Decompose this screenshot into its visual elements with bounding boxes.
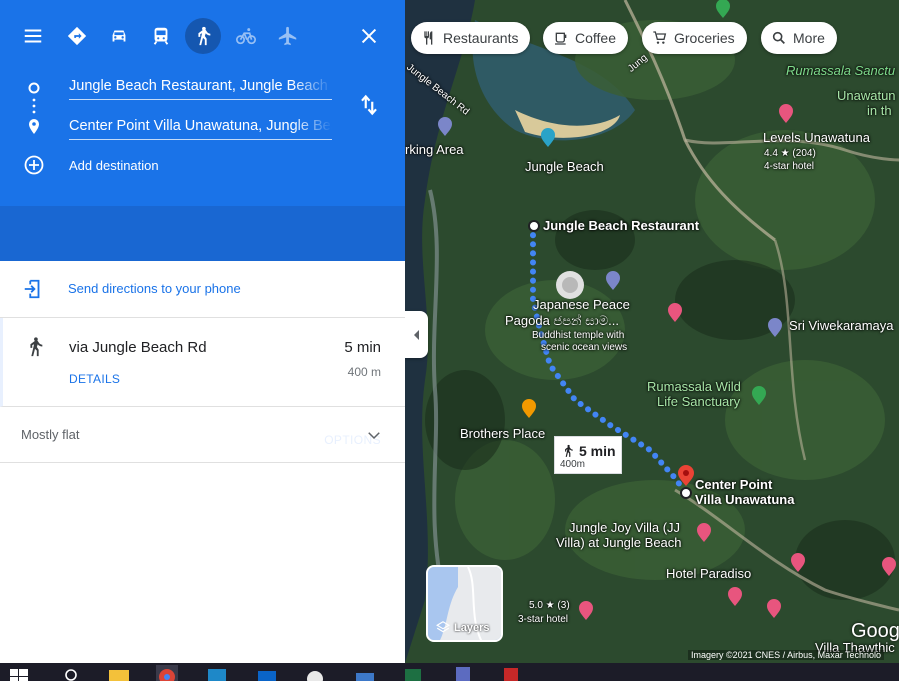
label-levels-type: 4-star hotel: [764, 161, 815, 172]
google-logo: Goog: [851, 620, 899, 642]
chip-coffee[interactable]: Coffee: [543, 22, 628, 54]
send-to-phone-icon: [24, 279, 40, 299]
elevation-label: Mostly flat: [21, 427, 80, 442]
label-levels-rating: 4.4 ★ (204): [764, 148, 816, 159]
travel-mode-row: [0, 18, 405, 58]
label-wild-1[interactable]: Rumassala Wild: [647, 379, 741, 394]
destination-input[interactable]: Center Point Villa Unawatuna, Jungle Bea…: [69, 116, 332, 140]
file-explorer-icon[interactable]: [108, 665, 130, 681]
search-icon[interactable]: [60, 665, 82, 681]
label-center-1[interactable]: Center Point: [695, 477, 772, 492]
label-brothers-place[interactable]: Brothers Place: [460, 426, 545, 441]
chip-groceries[interactable]: Groceries: [642, 22, 747, 54]
chip-coffee-label: Coffee: [575, 30, 616, 46]
label-3-star: 3-star hotel: [518, 614, 569, 625]
label-sri-viwekaramaya[interactable]: Sri Viwekaramaya: [789, 318, 894, 333]
directions-panel: Jungle Beach Restaurant, Jungle Beach Ce…: [0, 0, 405, 663]
flight-icon[interactable]: [270, 18, 306, 54]
mail-icon[interactable]: [354, 665, 376, 681]
label-parking[interactable]: rking Area: [405, 142, 464, 157]
map-view[interactable]: Restaurants Coffee Groceries More Rumass…: [405, 0, 899, 663]
route-distance: 400 m: [347, 365, 381, 379]
chip-restaurants-label: Restaurants: [443, 30, 519, 46]
label-center-2[interactable]: Villa Unawatuna: [695, 492, 794, 507]
origin-input[interactable]: Jungle Beach Restaurant, Jungle Beach: [69, 76, 332, 100]
label-levels[interactable]: Levels Unawatuna: [763, 130, 870, 145]
best-route-icon[interactable]: [59, 18, 95, 54]
route-via: via Jungle Beach Rd: [69, 339, 207, 356]
walking-icon: [565, 444, 573, 457]
chevron-down-icon: [368, 432, 380, 440]
send-to-phone-label: Send directions to your phone: [68, 281, 241, 296]
callout-time: 5 min: [579, 443, 616, 459]
menu-icon[interactable]: [15, 18, 51, 54]
app-window: Jungle Beach Restaurant, Jungle Beach Ce…: [0, 0, 899, 681]
label-paradiso[interactable]: Hotel Paradiso: [666, 566, 751, 581]
label-rumassala: Rumassala Sanctu: [786, 63, 896, 78]
collapse-panel-button[interactable]: [405, 311, 428, 358]
route-duration-callout[interactable]: 5 min 400m: [554, 436, 622, 474]
label-wild-2[interactable]: Life Sanctuary: [657, 394, 740, 409]
chrome-icon[interactable]: [156, 665, 178, 681]
coffee-cup-icon: [555, 32, 567, 45]
label-pagoda-2[interactable]: Pagoda ජපන් සාම...: [505, 313, 619, 329]
route-option[interactable]: via Jungle Beach Rd DETAILS 5 min 400 m: [0, 318, 405, 407]
chip-restaurants[interactable]: Restaurants: [411, 22, 531, 54]
acrobat-icon[interactable]: [500, 665, 522, 681]
label-rating-5: 5.0 ★ (3): [529, 600, 570, 611]
bicycle-icon[interactable]: [228, 18, 264, 54]
callout-distance: 400m: [560, 459, 586, 470]
label-pagoda-4: scenic ocean views: [541, 342, 628, 353]
elevation-row[interactable]: Mostly flat: [0, 407, 405, 463]
label-pagoda-1[interactable]: Japanese Peace: [533, 297, 630, 312]
cart-icon: [653, 31, 667, 44]
outlook-icon[interactable]: [256, 665, 278, 681]
destination-text: Center Point Villa Unawatuna, Jungle Bea…: [69, 118, 332, 134]
chip-more[interactable]: More: [761, 22, 837, 54]
swap-icon[interactable]: [356, 92, 382, 118]
label-in-the: in th: [867, 103, 892, 118]
label-pagoda-3: Buddhist temple with: [532, 330, 625, 341]
windows-start-icon[interactable]: [8, 665, 30, 681]
layers-label: Layers: [454, 622, 490, 634]
walking-icon[interactable]: [185, 18, 221, 54]
fork-knife-icon: [424, 31, 433, 45]
route-markers-icon: [24, 82, 44, 175]
app-icon-2[interactable]: [304, 665, 326, 681]
options-bar: OPTIONS: [0, 206, 405, 447]
layers-button[interactable]: Layers: [426, 565, 503, 642]
layers-icon: [436, 621, 450, 633]
send-to-phone-row[interactable]: Send directions to your phone: [0, 261, 405, 318]
route-time: 5 min: [344, 339, 381, 356]
transit-icon[interactable]: [143, 18, 179, 54]
details-link[interactable]: DETAILS: [69, 372, 120, 386]
imagery-credit: Imagery ©2021 CNES / Airbus, Maxar Techn…: [688, 650, 885, 660]
close-icon[interactable]: [351, 18, 387, 54]
excel-icon[interactable]: [402, 665, 424, 681]
label-joy-2[interactable]: Villa) at Jungle Beach: [556, 535, 682, 550]
label-jungle-beach[interactable]: Jungle Beach: [525, 159, 604, 174]
label-unawatuna: Unawatun: [837, 88, 896, 103]
chip-more-label: More: [793, 30, 825, 46]
directions-header: Jungle Beach Restaurant, Jungle Beach Ce…: [0, 0, 405, 206]
car-icon[interactable]: [101, 18, 137, 54]
taskbar: [0, 663, 899, 681]
calculator-icon[interactable]: [452, 665, 474, 681]
label-restaurant[interactable]: Jungle Beach Restaurant: [543, 218, 699, 233]
search-icon: [772, 31, 785, 44]
app-icon[interactable]: [206, 665, 228, 681]
chip-groceries-label: Groceries: [674, 30, 735, 46]
walking-icon: [30, 337, 43, 357]
add-destination-button[interactable]: Add destination: [69, 158, 159, 173]
label-joy-1[interactable]: Jungle Joy Villa (JJ: [569, 520, 680, 535]
origin-text: Jungle Beach Restaurant, Jungle Beach: [69, 78, 328, 94]
chevron-left-icon: [413, 329, 419, 340]
